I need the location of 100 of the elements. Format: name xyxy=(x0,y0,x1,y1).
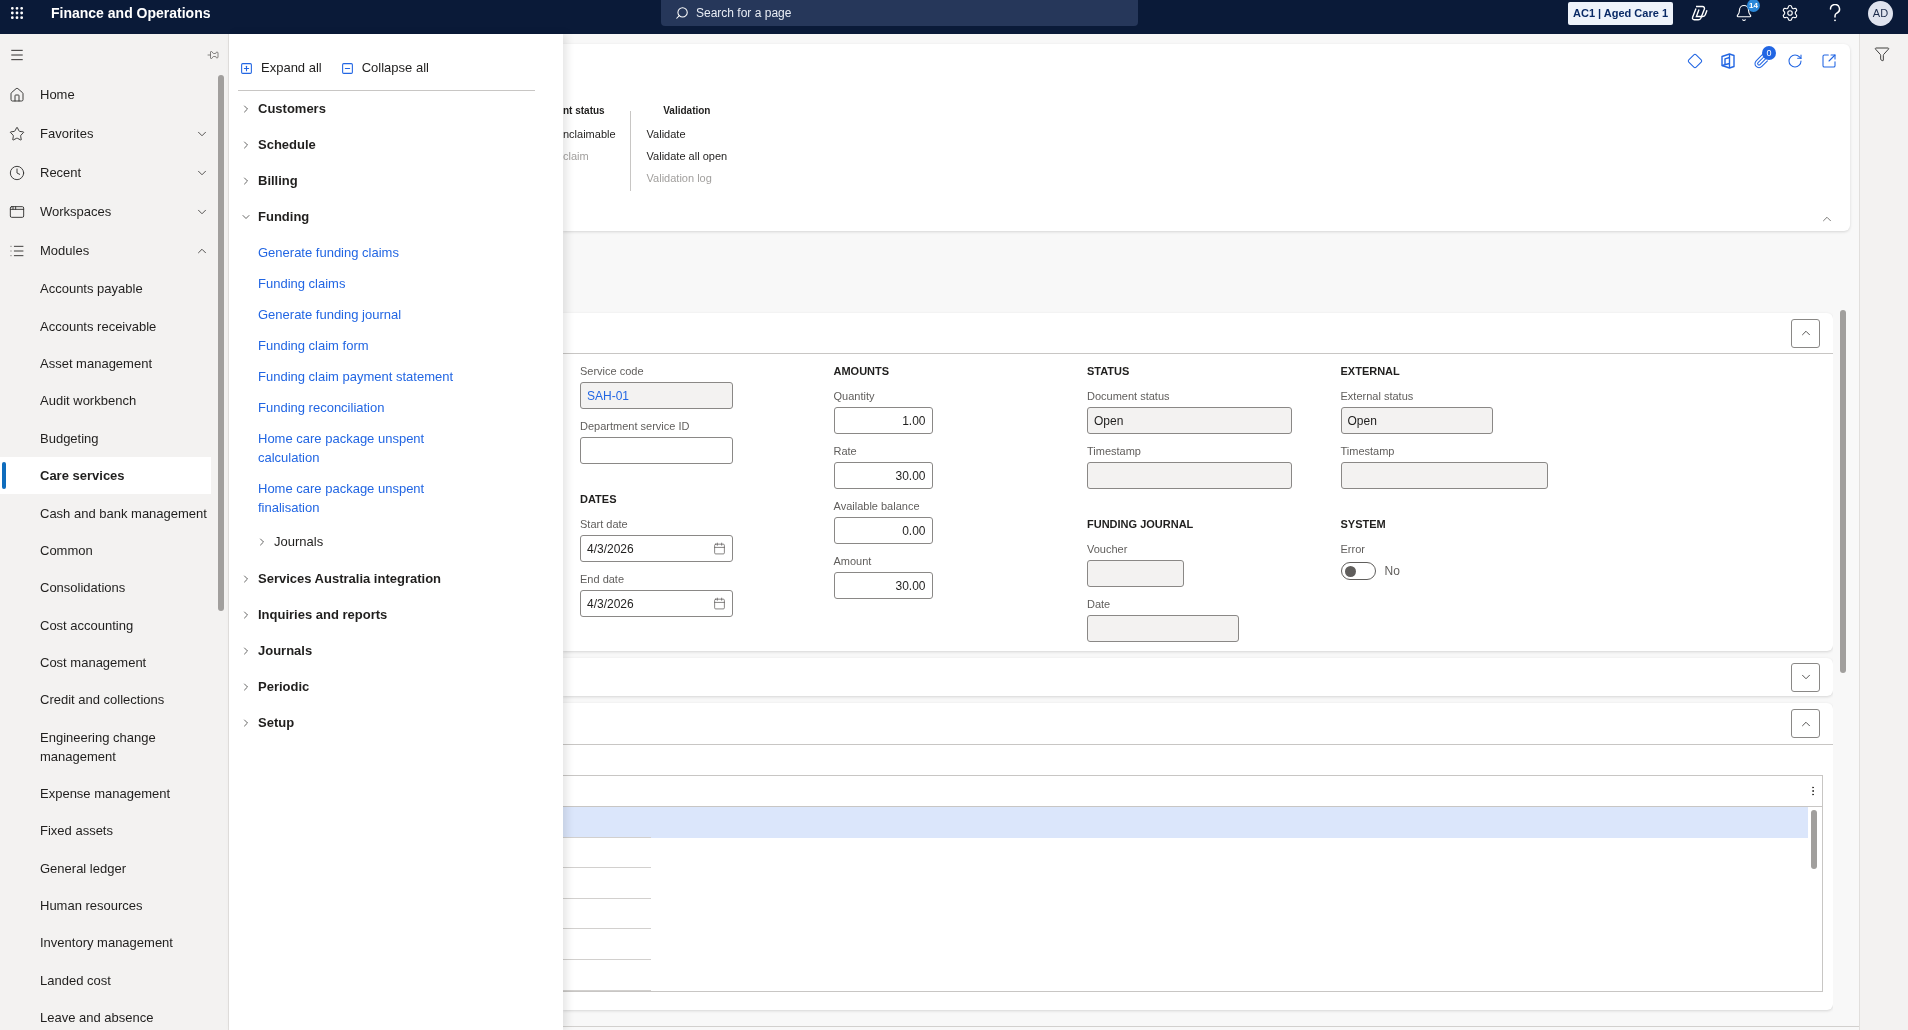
nav-item[interactable]: Common xyxy=(0,531,211,570)
action-item[interactable]: nclaimable xyxy=(563,123,616,145)
nav-item[interactable]: Favorites xyxy=(0,114,228,153)
nav-item[interactable]: Credit and collections xyxy=(0,681,211,719)
nav-item[interactable]: Cost management xyxy=(0,643,211,682)
action-item[interactable]: Validate all open xyxy=(646,145,728,167)
menu-section[interactable]: Journals xyxy=(229,633,563,669)
collapse-button[interactable] xyxy=(1791,709,1820,738)
text-field[interactable]: Open xyxy=(1087,407,1292,434)
text-field[interactable]: SAH-01 xyxy=(580,382,733,409)
menu-link[interactable]: Funding reconciliation xyxy=(229,392,385,423)
field-label: Amount xyxy=(833,554,872,569)
nav-item[interactable]: Accounts receivable xyxy=(0,307,211,345)
home-icon xyxy=(9,86,25,103)
nav-item[interactable]: Leave and absence xyxy=(0,999,211,1030)
nav-item[interactable]: Human resources xyxy=(0,886,211,925)
field-label: End date xyxy=(580,572,625,587)
menu-link[interactable]: Home care package unspent finalisation xyxy=(229,473,473,523)
nav-item[interactable]: Audit workbench xyxy=(0,382,211,420)
pin-icon[interactable] xyxy=(207,48,219,61)
refresh-icon[interactable] xyxy=(1787,53,1803,69)
text-field[interactable] xyxy=(1087,560,1184,587)
attachment-count-badge: 0 xyxy=(1762,46,1776,60)
text-field[interactable] xyxy=(1087,462,1292,489)
nav-item[interactable]: Modules xyxy=(0,231,228,270)
window-icon xyxy=(9,203,25,220)
menu-section[interactable]: Billing xyxy=(229,163,563,199)
menu-section[interactable]: Customers xyxy=(229,91,563,127)
nav-item[interactable]: Home xyxy=(0,75,228,114)
group-heading: DATES xyxy=(580,492,617,507)
nav-item[interactable]: Accounts payable xyxy=(0,270,211,308)
field-label: Date xyxy=(1087,597,1111,612)
nav-item[interactable]: Budgeting xyxy=(0,419,211,457)
menu-section[interactable]: Setup xyxy=(229,705,563,741)
nav-item[interactable]: Recent xyxy=(0,153,228,192)
text-field[interactable]: 30.00 xyxy=(833,572,933,599)
nav-item[interactable]: Asset management xyxy=(0,344,211,383)
user-avatar[interactable]: AD xyxy=(1868,0,1893,26)
nav-item[interactable]: Cost accounting xyxy=(0,606,211,644)
square-plus-icon xyxy=(240,61,253,75)
filter-icon[interactable] xyxy=(1874,46,1890,62)
field-label: Error xyxy=(1340,542,1365,557)
square-minus-icon xyxy=(340,61,354,75)
menu-link[interactable]: Generate funding claims xyxy=(229,237,399,268)
menu-section[interactable]: Funding xyxy=(229,199,563,235)
text-field[interactable]: 1.00 xyxy=(833,407,933,434)
paperclip-icon[interactable] xyxy=(1753,53,1769,69)
menu-link[interactable]: Generate funding journal xyxy=(229,299,402,330)
text-field[interactable] xyxy=(1340,462,1548,489)
field-label: Quantity xyxy=(833,389,875,404)
action-item[interactable]: Validate xyxy=(646,123,686,145)
settings-icon[interactable] xyxy=(1781,4,1799,22)
nav-item[interactable]: Cash and bank management xyxy=(0,494,211,532)
date-field[interactable]: 4/3/2026 xyxy=(580,535,733,562)
menu-subgroup[interactable]: Journals xyxy=(229,523,563,561)
collapse-all-button[interactable]: Collapse all xyxy=(340,59,429,77)
text-field[interactable]: 30.00 xyxy=(833,462,933,489)
nav-item[interactable]: Expense management xyxy=(0,774,211,813)
toggle-switch[interactable] xyxy=(1340,562,1376,580)
text-field[interactable] xyxy=(580,437,733,464)
nav-item[interactable]: Consolidations xyxy=(0,569,211,607)
help-icon[interactable] xyxy=(1829,4,1841,22)
expand-all-button[interactable]: Expand all xyxy=(240,59,322,77)
loop-icon[interactable] xyxy=(1691,4,1709,22)
menu-link[interactable]: Funding claims xyxy=(229,268,346,299)
nav-item[interactable]: Engineering change management xyxy=(0,718,211,775)
text-field[interactable] xyxy=(1087,615,1239,642)
menu-link[interactable]: Home care package unspent calculation xyxy=(229,423,473,473)
field-label: External status xyxy=(1340,389,1414,404)
nav-item[interactable]: Inventory management xyxy=(0,924,211,962)
nav-item[interactable]: Landed cost xyxy=(0,961,211,1000)
date-field[interactable]: 4/3/2026 xyxy=(580,590,733,617)
company-badge[interactable]: AC1 | Aged Care 1 xyxy=(1568,1,1673,25)
calendar-icon[interactable] xyxy=(713,597,726,610)
nav-item[interactable]: General ledger xyxy=(0,849,211,887)
nav-item[interactable]: Care services xyxy=(0,456,211,495)
waffle-menu-icon[interactable] xyxy=(9,5,25,21)
diamond-icon[interactable] xyxy=(1687,53,1703,69)
scrollbar[interactable] xyxy=(218,75,224,611)
expand-button[interactable] xyxy=(1791,662,1820,692)
nav-item[interactable]: Fixed assets xyxy=(0,812,211,850)
menu-section[interactable]: Periodic xyxy=(229,669,563,705)
text-field[interactable]: 0.00 xyxy=(833,517,933,544)
group-heading: SYSTEM xyxy=(1340,517,1386,532)
menu-section[interactable]: Schedule xyxy=(229,127,563,163)
calendar-icon[interactable] xyxy=(713,542,726,555)
collapse-button[interactable] xyxy=(1791,318,1820,348)
search-field[interactable]: Search for a page xyxy=(661,0,1138,26)
menu-section[interactable]: Inquiries and reports xyxy=(229,597,563,633)
popout-icon[interactable] xyxy=(1821,53,1837,69)
app-title: Finance and Operations xyxy=(51,4,211,22)
panel-icon[interactable] xyxy=(1721,53,1735,69)
menu-section[interactable]: Services Australia integration xyxy=(229,561,563,597)
group-heading: STATUS xyxy=(1087,364,1130,379)
scrollbar[interactable] xyxy=(1840,310,1846,673)
menu-link[interactable]: Funding claim form xyxy=(229,330,369,361)
text-field[interactable]: Open xyxy=(1340,407,1493,434)
scrollbar[interactable] xyxy=(1811,810,1817,869)
nav-item[interactable]: Workspaces xyxy=(0,192,228,231)
menu-link[interactable]: Funding claim payment statement xyxy=(229,361,454,392)
